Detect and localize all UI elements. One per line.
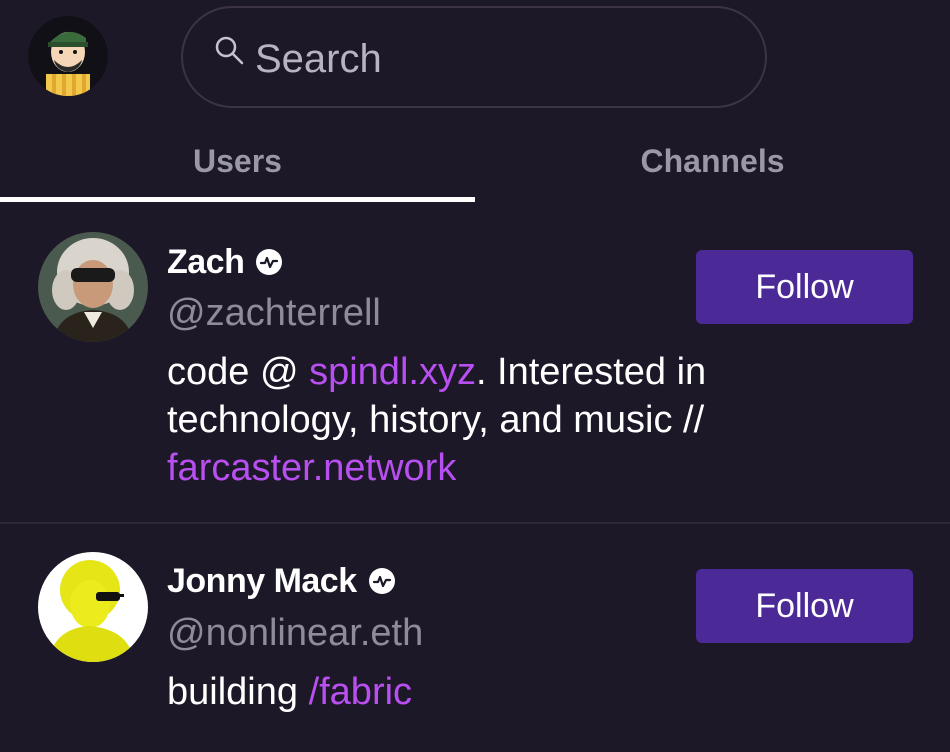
user-display-name[interactable]: Zach bbox=[167, 243, 245, 282]
search-bar[interactable] bbox=[181, 6, 767, 108]
results-tabs: Users Channels bbox=[0, 118, 950, 204]
user-handle: @nonlinear.eth bbox=[167, 612, 424, 654]
bio-text: code @ bbox=[167, 351, 310, 393]
active-tab-indicator bbox=[0, 197, 475, 202]
tab-users[interactable]: Users bbox=[0, 118, 475, 204]
follow-button[interactable]: Follow bbox=[696, 569, 913, 643]
bio-link[interactable]: spindl.xyz bbox=[309, 351, 476, 393]
user-list-item[interactable]: Jonny Mack @nonlinear.eth building /fabr… bbox=[0, 524, 950, 752]
tab-channels[interactable]: Channels bbox=[475, 118, 950, 204]
user-display-name[interactable]: Jonny Mack bbox=[167, 562, 357, 601]
search-results-page: Users Channels Zach bbox=[0, 0, 950, 752]
user-avatar[interactable] bbox=[38, 552, 148, 662]
search-input[interactable] bbox=[255, 34, 735, 84]
portrait-avatar-image bbox=[38, 232, 148, 342]
tab-users-label: Users bbox=[193, 142, 282, 179]
cartoon-avatar-image bbox=[28, 16, 108, 96]
yellow-bust-avatar-image bbox=[38, 552, 148, 662]
bio-text: building bbox=[167, 671, 309, 713]
verified-badge-icon bbox=[256, 249, 283, 275]
bio-link[interactable]: /fabric bbox=[309, 671, 412, 713]
tab-channels-label: Channels bbox=[640, 142, 785, 179]
search-icon bbox=[215, 36, 244, 65]
user-name-line: Zach bbox=[167, 240, 284, 284]
user-name-line: Jonny Mack bbox=[167, 559, 397, 603]
follow-button[interactable]: Follow bbox=[696, 250, 913, 324]
current-user-avatar[interactable] bbox=[28, 16, 108, 96]
bio-link[interactable]: farcaster.network bbox=[167, 447, 456, 489]
user-list-item[interactable]: Zach @zachterrell code @ spindl.xyz. Int… bbox=[0, 212, 950, 522]
verified-badge-icon bbox=[368, 568, 395, 594]
user-bio: code @ spindl.xyz. Interested in technol… bbox=[167, 348, 787, 492]
user-handle: @zachterrell bbox=[167, 292, 381, 334]
user-bio: building /fabric bbox=[167, 668, 787, 716]
user-avatar[interactable] bbox=[38, 232, 148, 342]
